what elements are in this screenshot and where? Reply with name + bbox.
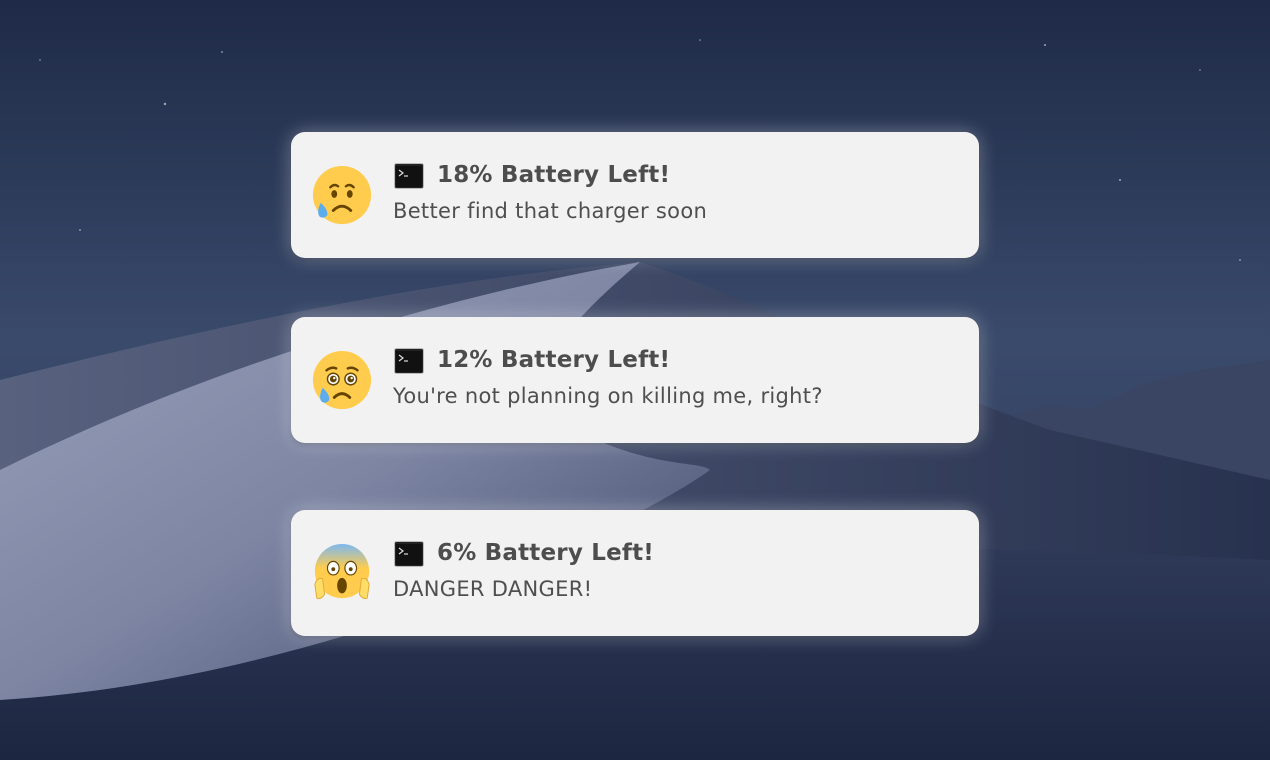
crying-face-icon	[311, 349, 373, 411]
notification-12-percent[interactable]: 12% Battery Left! You're not planning on…	[291, 317, 979, 443]
sad-but-relieved-face-icon	[311, 164, 373, 226]
notification-body: Better find that charger soon	[393, 199, 708, 223]
notification-title: 6% Battery Left!	[437, 540, 654, 566]
notification-title: 12% Battery Left!	[437, 347, 671, 373]
face-screaming-in-fear-icon	[311, 542, 373, 604]
notification-body: You're not planning on killing me, right…	[393, 384, 823, 408]
terminal-icon	[394, 348, 424, 374]
notification-body: DANGER DANGER!	[393, 577, 593, 601]
terminal-icon	[394, 163, 424, 189]
notification-title: 18% Battery Left!	[437, 162, 671, 188]
notification-18-percent[interactable]: 18% Battery Left! Better find that charg…	[291, 132, 979, 258]
notification-6-percent[interactable]: 6% Battery Left! DANGER DANGER!	[291, 510, 979, 636]
terminal-icon	[394, 541, 424, 567]
